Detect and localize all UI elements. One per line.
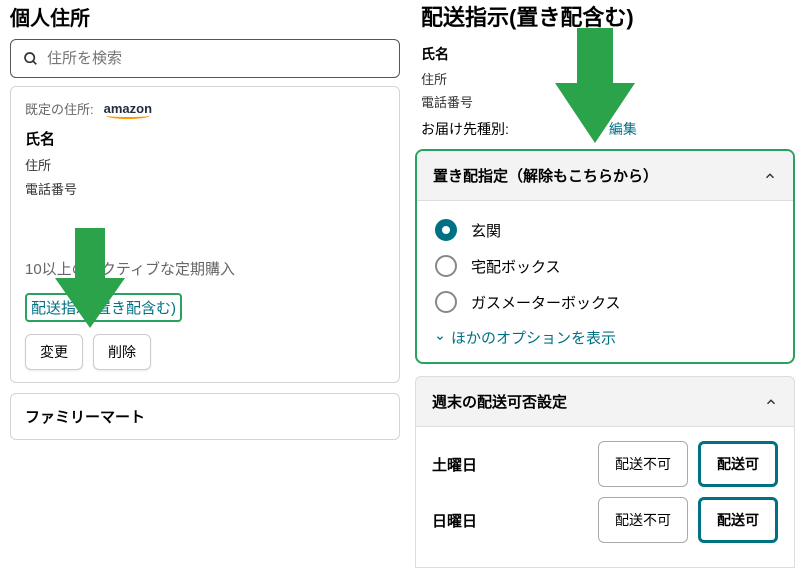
sat-yes-button[interactable]: 配送可	[698, 441, 778, 487]
delete-button[interactable]: 削除	[93, 334, 151, 370]
chevron-down-icon	[435, 333, 445, 343]
subscription-line: 10以上のアクティブな定期購入	[25, 258, 385, 279]
store-name: ファミリーマート	[25, 409, 145, 426]
saturday-toggle: 配送不可 配送可	[598, 441, 778, 487]
okihai-accordion: 置き配指定（解除もこちらから） 玄関 宅配ボックス ガスメーターボックス ほかの…	[415, 149, 795, 364]
sunday-label: 日曜日	[432, 510, 477, 531]
store-card[interactable]: ファミリーマート	[10, 393, 400, 440]
button-row: 変更 削除	[25, 334, 385, 370]
delivery-type-row: お届け先種別: 編集	[421, 119, 795, 139]
search-input[interactable]	[47, 50, 387, 67]
radio-icon	[435, 255, 457, 277]
personal-address-title: 個人住所	[10, 2, 400, 31]
more-options-link[interactable]: ほかのオプションを表示	[435, 327, 775, 348]
amazon-logo: amazon	[104, 101, 152, 116]
delivery-instructions-title: 配送指示(置き配含む)	[415, 0, 795, 32]
address-line: 住所	[25, 155, 385, 174]
delivery-instructions-link[interactable]: 配送指示(置き配含む)	[25, 293, 182, 322]
saturday-row: 土曜日 配送不可 配送可	[432, 441, 778, 487]
okihai-body: 玄関 宅配ボックス ガスメーターボックス ほかのオプションを表示	[417, 201, 793, 362]
change-button[interactable]: 変更	[25, 334, 83, 370]
delivery-type-label: お届け先種別:	[421, 119, 509, 139]
more-options-label: ほかのオプションを表示	[451, 327, 616, 348]
okihai-title: 置き配指定（解除もこちらから）	[433, 165, 658, 186]
radio-icon	[435, 291, 457, 313]
phone-line: 電話番号	[25, 179, 385, 198]
address-info: 住所	[421, 69, 789, 88]
radio-option-takuhai[interactable]: 宅配ボックス	[435, 255, 775, 277]
default-address-row: 既定の住所: amazon	[25, 99, 385, 118]
address-card: 既定の住所: amazon 氏名 住所 電話番号 10以上のアクティブな定期購入…	[10, 86, 400, 383]
search-icon	[23, 51, 39, 67]
radio-label: 宅配ボックス	[471, 256, 561, 277]
sun-no-button[interactable]: 配送不可	[598, 497, 688, 543]
chevron-up-icon	[763, 169, 777, 183]
left-panel: 個人住所 既定の住所: amazon 氏名 住所 電話番号 10以上のアクティブ…	[10, 2, 400, 440]
okihai-header[interactable]: 置き配指定（解除もこちらから）	[417, 151, 793, 201]
name-label: 氏名	[421, 44, 789, 64]
sunday-row: 日曜日 配送不可 配送可	[432, 497, 778, 543]
search-box[interactable]	[10, 39, 400, 78]
weekend-body: 土曜日 配送不可 配送可 日曜日 配送不可 配送可	[415, 427, 795, 568]
radio-option-gasmeter[interactable]: ガスメーターボックス	[435, 291, 775, 313]
radio-option-genkan[interactable]: 玄関	[435, 219, 775, 241]
sunday-toggle: 配送不可 配送可	[598, 497, 778, 543]
right-panel: 配送指示(置き配含む) 氏名 住所 電話番号 お届け先種別: 編集 置き配指定（…	[415, 0, 795, 568]
customer-name: 氏名	[25, 128, 385, 149]
edit-link[interactable]: 編集	[609, 119, 637, 139]
radio-label: ガスメーターボックス	[471, 292, 621, 313]
radio-icon	[435, 219, 457, 241]
weekend-header[interactable]: 週末の配送可否設定	[415, 376, 795, 427]
phone-info: 電話番号	[421, 92, 789, 111]
weekend-title: 週末の配送可否設定	[432, 391, 567, 412]
default-label: 既定の住所:	[25, 99, 94, 118]
sat-no-button[interactable]: 配送不可	[598, 441, 688, 487]
info-block: 氏名 住所 電話番号	[415, 44, 795, 111]
sun-yes-button[interactable]: 配送可	[698, 497, 778, 543]
saturday-label: 土曜日	[432, 454, 477, 475]
radio-label: 玄関	[471, 220, 501, 241]
chevron-up-icon	[764, 395, 778, 409]
